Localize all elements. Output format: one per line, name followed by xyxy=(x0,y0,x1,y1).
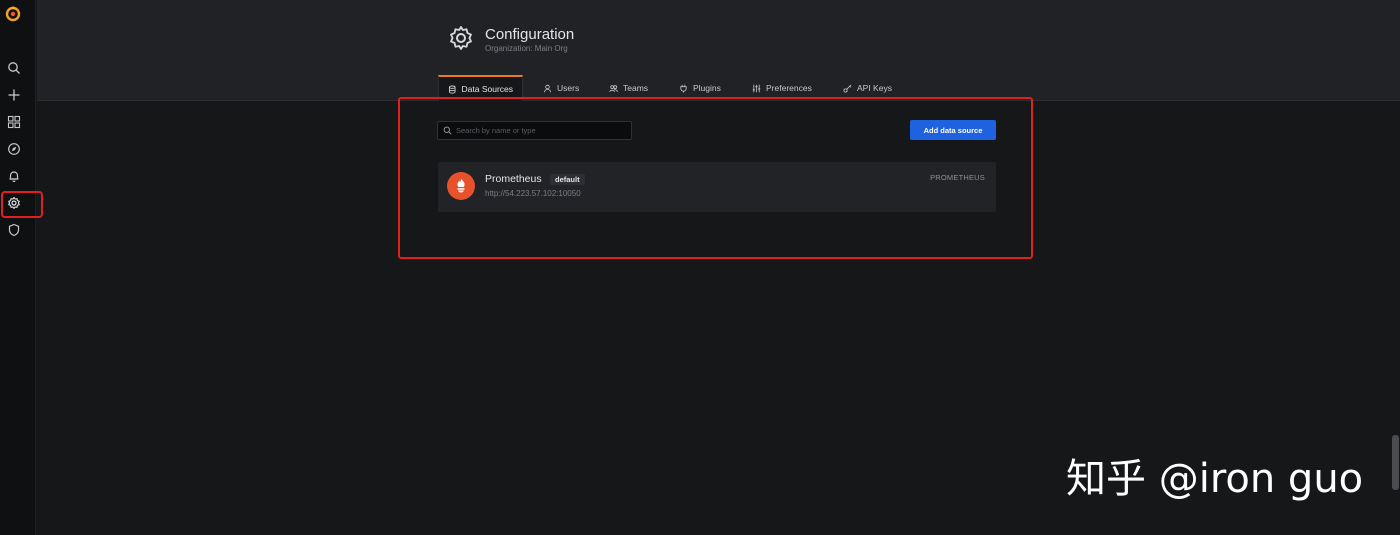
page-subtitle: Organization: Main Org xyxy=(485,44,568,53)
tab-label: Data Sources xyxy=(461,84,514,94)
grafana-logo-icon[interactable] xyxy=(3,3,23,23)
search-icon[interactable] xyxy=(5,59,23,77)
server-admin-shield-icon[interactable] xyxy=(5,221,23,239)
plug-icon xyxy=(680,84,687,93)
tab-label: Teams xyxy=(623,83,649,93)
alerting-bell-icon[interactable] xyxy=(5,167,23,185)
user-icon xyxy=(543,84,552,92)
tab-label: Preferences xyxy=(766,83,812,93)
watermark-text: 知乎 @iron guo xyxy=(1066,456,1364,502)
annotation-highlight-box xyxy=(1,191,43,218)
dashboards-icon[interactable] xyxy=(5,113,23,131)
annotation-highlight-box xyxy=(398,97,1033,259)
key-icon xyxy=(843,84,852,93)
configuration-gear-icon xyxy=(447,24,475,52)
plus-icon[interactable] xyxy=(5,86,23,104)
sidebar xyxy=(0,0,36,535)
users-icon xyxy=(609,84,618,92)
tab-label: Users xyxy=(557,83,580,93)
tab-label: API Keys xyxy=(857,83,892,93)
scrollbar-thumb[interactable] xyxy=(1392,435,1399,490)
page-title: Configuration xyxy=(485,26,575,43)
tab-label: Plugins xyxy=(693,83,721,93)
explore-icon[interactable] xyxy=(5,140,23,158)
database-icon xyxy=(449,85,456,93)
sliders-icon xyxy=(752,84,761,92)
